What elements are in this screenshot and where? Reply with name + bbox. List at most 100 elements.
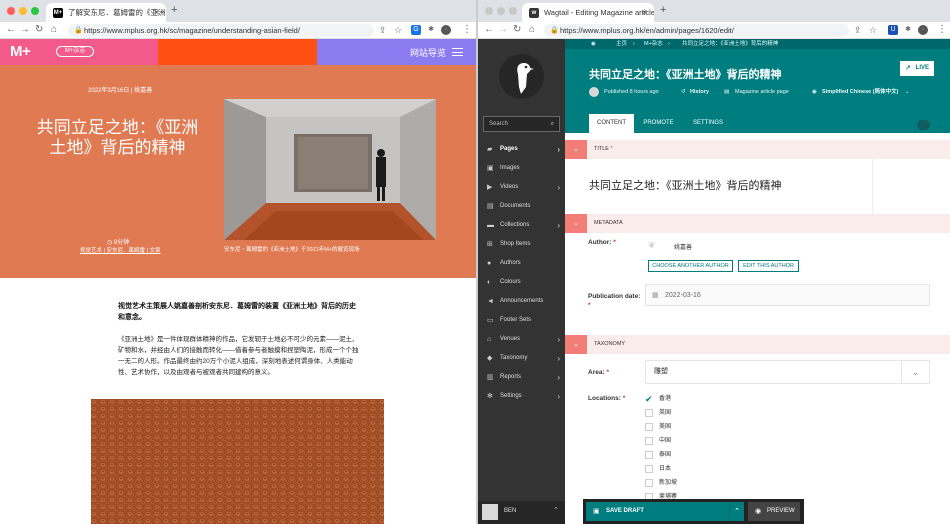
chevron-right-icon[interactable]: › — [557, 368, 560, 387]
close-window-button[interactable] — [485, 7, 493, 15]
share-icon[interactable]: ⇪ — [379, 24, 387, 36]
sidebar-item-images[interactable]: ▣ Images — [478, 159, 565, 178]
back-icon[interactable]: ← — [6, 24, 16, 36]
sidebar-item-collections[interactable]: ▬ Collections › — [478, 216, 565, 235]
forward-icon[interactable]: → — [498, 24, 508, 36]
chevron-down-icon[interactable]: ⌄ — [565, 335, 587, 354]
sidebar-item-venues[interactable]: ⌂ Venues › — [478, 330, 565, 349]
translate-extension-icon[interactable]: G — [411, 25, 421, 35]
close-window-button[interactable] — [7, 7, 15, 15]
address-bar[interactable]: 🔒 https://www.mplus.org.hk/en/admin/page… — [544, 24, 849, 37]
history-icon[interactable]: ↺ — [681, 86, 686, 98]
section-title[interactable]: ⌄ TITLE * — [565, 140, 950, 159]
checkbox[interactable] — [645, 465, 653, 473]
chevron-down-icon[interactable]: ⌄ — [938, 123, 943, 130]
checkbox[interactable] — [645, 451, 653, 459]
new-tab-icon[interactable]: + — [660, 4, 666, 16]
extensions-icon[interactable]: ✱ — [903, 25, 913, 35]
bookmark-star-icon[interactable]: ☆ — [869, 24, 877, 36]
globe-icon[interactable]: ◉ — [591, 39, 596, 49]
close-tab-icon[interactable]: ✕ — [153, 3, 160, 22]
breadcrumb-item[interactable]: 共同立足之地：《亚洲土地》背后的精神 — [682, 39, 778, 49]
extensions-icon[interactable]: ✱ — [426, 25, 436, 35]
browser-tab[interactable]: w Wagtail - Editing Magazine article ✕ — [522, 3, 654, 22]
sidebar-item-settings[interactable]: ✻ Settings › — [478, 387, 565, 406]
checkmark-icon[interactable]: ✔ — [645, 395, 653, 404]
checkbox[interactable] — [645, 423, 653, 431]
chevron-up-icon[interactable]: ⌃ — [553, 506, 559, 514]
sidebar-user[interactable]: BEN ⌃ — [478, 501, 565, 524]
section-taxonomy[interactable]: ⌄ TAXONOMY — [565, 335, 950, 354]
live-button[interactable]: LIVE — [900, 61, 934, 76]
search-icon[interactable]: ⌕ — [551, 117, 554, 131]
browser-tab[interactable]: M+ 了解安东尼．葛姆雷的《亚洲土地》 ✕ — [46, 3, 166, 22]
checkbox[interactable] — [645, 437, 653, 445]
home-icon[interactable]: ⌂ — [529, 24, 535, 36]
profile-avatar[interactable]: · — [441, 25, 451, 35]
history-link[interactable]: History — [690, 86, 709, 98]
sidebar-item-documents[interactable]: ▤ Documents — [478, 197, 565, 216]
breadcrumb-item[interactable]: 主页 — [616, 39, 627, 49]
sidebar-item-shop-items[interactable]: ⊞ Shop Items — [478, 235, 565, 254]
chevron-right-icon[interactable]: › — [557, 387, 560, 406]
chevron-down-icon[interactable]: ⌄ — [901, 361, 929, 383]
publication-date-field[interactable]: ▦ 2022-03-16 — [645, 284, 930, 306]
forward-icon[interactable]: → — [20, 24, 30, 36]
sidebar-item-videos[interactable]: ▶ Videos › — [478, 178, 565, 197]
sidebar-item-announcements[interactable]: ◄ Announcements — [478, 292, 565, 311]
checkbox[interactable] — [645, 479, 653, 487]
new-tab-icon[interactable]: + — [171, 4, 177, 16]
area-select[interactable]: 雕塑 ⌄ — [645, 360, 930, 384]
translate-extension-icon[interactable]: U — [888, 25, 898, 35]
chevron-right-icon[interactable]: › — [557, 349, 560, 368]
save-draft-button[interactable]: ▣ SAVE DRAFT ⌃ — [586, 502, 744, 521]
menu-kebab-icon[interactable]: ⋮ — [937, 24, 947, 36]
sidebar-item-taxonomy[interactable]: ◆ Taxonomy › — [478, 349, 565, 368]
chevron-down-icon[interactable]: ⌄ — [905, 86, 910, 98]
zoom-window-button[interactable] — [31, 7, 39, 15]
chevron-down-icon[interactable]: ⌄ — [565, 140, 587, 159]
breadcrumb-item[interactable]: M+杂志 — [644, 39, 663, 49]
mplus-logo[interactable]: M+ — [10, 43, 31, 60]
sidebar-search-input[interactable]: Search ⌕ — [483, 116, 560, 132]
menu-kebab-icon[interactable]: ⋮ — [462, 24, 472, 36]
section-metadata[interactable]: ⌄ METADATA — [565, 214, 950, 233]
minimize-window-button[interactable] — [19, 7, 27, 15]
checkbox[interactable] — [645, 409, 653, 417]
home-icon[interactable]: ⌂ — [51, 24, 57, 36]
wagtail-logo[interactable] — [499, 54, 544, 99]
comments-icon[interactable] — [917, 120, 930, 130]
zoom-window-button[interactable] — [509, 7, 517, 15]
chevron-right-icon[interactable]: › — [557, 216, 560, 235]
sidebar-item-pages[interactable]: ▰ Pages › — [478, 140, 565, 159]
chevron-right-icon[interactable]: › — [557, 140, 560, 159]
hamburger-menu-icon[interactable] — [452, 48, 463, 56]
site-nav-label[interactable]: 网站导览 — [410, 46, 446, 59]
sidebar-item-reports[interactable]: ▥ Reports › — [478, 368, 565, 387]
chevron-right-icon[interactable]: › — [557, 330, 560, 349]
tab-settings[interactable]: SETTINGS — [683, 114, 733, 133]
reload-icon[interactable]: ↻ — [35, 24, 43, 36]
profile-avatar[interactable]: · — [918, 25, 928, 35]
choose-author-button[interactable]: CHOOSE ANOTHER AUTHOR — [648, 260, 733, 272]
sidebar-item-authors[interactable]: ● Authors — [478, 254, 565, 273]
close-tab-icon[interactable]: ✕ — [641, 3, 648, 22]
chevron-up-icon[interactable]: ⌃ — [729, 502, 744, 521]
tab-content[interactable]: CONTENT — [589, 114, 634, 133]
tab-promote[interactable]: PROMOTE — [634, 114, 683, 133]
minimize-window-button[interactable] — [497, 7, 505, 15]
magazine-section-pill[interactable]: M+杂志 — [56, 46, 94, 57]
sidebar-item-colours[interactable]: ◐ Colours — [478, 273, 565, 292]
title-field[interactable]: 共同立足之地：《亚洲土地》背后的精神 — [565, 159, 873, 214]
sidebar-item-footer-sets[interactable]: ▭ Footer Sets — [478, 311, 565, 330]
article-tags[interactable]: 视觉艺术 | 安东尼．葛姆雷 | 文章 — [80, 246, 160, 254]
edit-author-button[interactable]: EDIT THIS AUTHOR — [738, 260, 799, 272]
back-icon[interactable]: ← — [484, 24, 494, 36]
preview-button[interactable]: ◉ PREVIEW — [748, 502, 800, 521]
chevron-down-icon[interactable]: ⌄ — [565, 214, 587, 233]
locale-switcher[interactable]: Simplified Chinese (简体中文) — [822, 86, 898, 98]
share-icon[interactable]: ⇪ — [854, 24, 862, 36]
address-bar[interactable]: 🔒 https://www.mplus.org.hk/sc/magazine/u… — [68, 24, 374, 37]
bookmark-star-icon[interactable]: ☆ — [394, 24, 402, 36]
chevron-right-icon[interactable]: › — [557, 178, 560, 197]
